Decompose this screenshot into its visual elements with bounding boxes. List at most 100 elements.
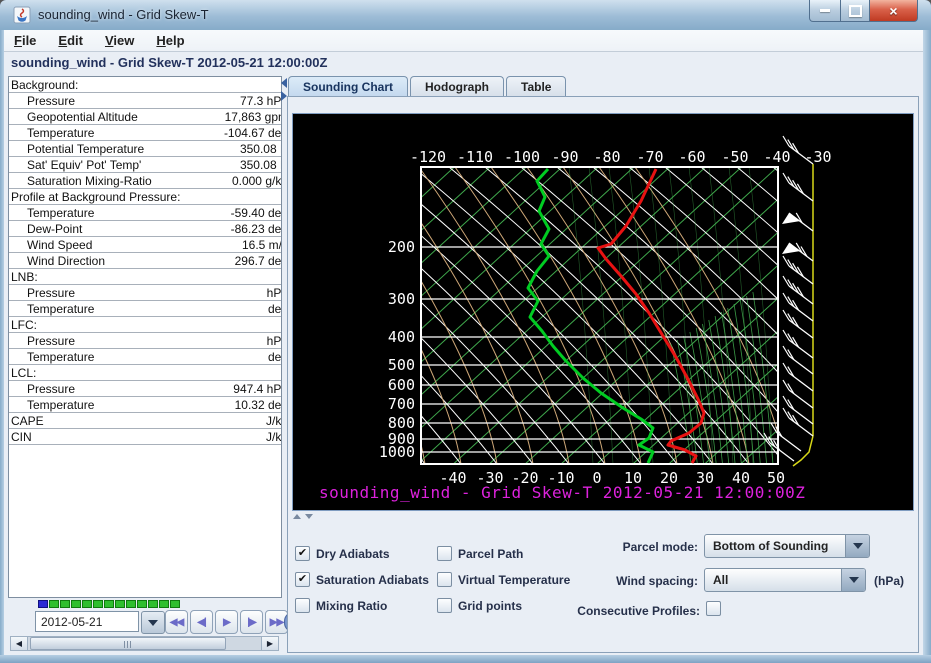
svg-text:-120: -120 xyxy=(410,148,446,166)
time-step[interactable] xyxy=(60,600,70,608)
table-row[interactable]: Geopotential Altitude17,863 gpm xyxy=(9,109,281,125)
tab-sounding-chart[interactable]: Sounding Chart xyxy=(288,76,408,97)
wind-spacing-combo[interactable]: All xyxy=(704,568,866,592)
checkbox-box[interactable]: ✔ xyxy=(295,546,310,561)
checkbox-virtual-temperature[interactable]: Virtual Temperature xyxy=(437,572,570,587)
time-select-field[interactable]: 2012-05-21 12:00:00Z xyxy=(35,611,139,632)
go-to-start-button[interactable]: ◀◀ xyxy=(165,610,188,634)
checkbox-grid-points[interactable]: Grid points xyxy=(437,598,522,613)
table-row[interactable]: Temperature-104.67 deg xyxy=(9,125,281,141)
svg-text:-110: -110 xyxy=(457,148,493,166)
chart-splitter[interactable] xyxy=(293,514,313,519)
sounding-info-table: Background:Pressure77.3 hPaGeopotential … xyxy=(8,76,282,598)
menu-edit[interactable]: Edit xyxy=(58,33,83,48)
scroll-left-icon[interactable]: ◀ xyxy=(11,637,28,650)
checkbox-consecutive-profiles[interactable] xyxy=(706,601,721,616)
minimize-button[interactable] xyxy=(809,0,841,22)
row-value: -86.23 deg xyxy=(231,222,281,236)
skewt-chart[interactable]: 2003004005006007008009001000-120-110-100… xyxy=(293,114,913,510)
checkbox-mixing-ratio[interactable]: Mixing Ratio xyxy=(295,598,387,613)
table-row[interactable]: CAPEJ/kg xyxy=(9,413,281,429)
scrollbar-track[interactable] xyxy=(28,637,261,650)
table-row[interactable]: Potential Temperature350.08 K xyxy=(9,141,281,157)
table-row[interactable]: LNB: xyxy=(9,269,281,285)
row-value: 296.7 deg xyxy=(235,254,281,268)
play-button[interactable]: ▶ xyxy=(215,610,238,634)
step-forward-button[interactable]: |▶ xyxy=(240,610,263,634)
time-step[interactable] xyxy=(49,600,59,608)
time-step[interactable] xyxy=(148,600,158,608)
time-step[interactable] xyxy=(159,600,169,608)
time-step[interactable] xyxy=(170,600,180,608)
time-step[interactable] xyxy=(126,600,136,608)
step-back-button[interactable]: ◀| xyxy=(190,610,213,634)
table-row[interactable]: PressurehPa xyxy=(9,333,281,349)
table-row[interactable]: Saturation Mixing-Ratio0.000 g/kg xyxy=(9,173,281,189)
table-row[interactable]: LFC: xyxy=(9,317,281,333)
table-row[interactable]: Temperature10.32 deg xyxy=(9,397,281,413)
table-row[interactable]: Pressure947.4 hPa xyxy=(9,381,281,397)
time-step[interactable] xyxy=(115,600,125,608)
svg-text:700: 700 xyxy=(388,395,415,413)
time-step-current[interactable] xyxy=(38,600,48,608)
checkbox-box[interactable] xyxy=(295,598,310,613)
close-button[interactable]: × xyxy=(870,0,918,22)
checkbox-box[interactable] xyxy=(437,572,452,587)
wind-spacing-unit: (hPa) xyxy=(874,574,904,588)
checkbox-label: Grid points xyxy=(458,599,522,613)
chevron-down-icon[interactable] xyxy=(841,569,865,591)
table-row[interactable]: CINJ/kg xyxy=(9,429,281,445)
row-label: Wind Direction xyxy=(9,254,235,268)
tab-table[interactable]: Table xyxy=(506,76,566,97)
table-row[interactable]: Temperaturedeg xyxy=(9,349,281,365)
collapse-left-icon[interactable] xyxy=(281,78,287,88)
checkbox-saturation-adiabats[interactable]: ✔Saturation Adiabats xyxy=(295,572,429,587)
menu-file[interactable]: File xyxy=(14,33,36,48)
close-icon: × xyxy=(889,4,897,18)
table-row[interactable]: Profile at Background Pressure: xyxy=(9,189,281,205)
svg-text:300: 300 xyxy=(388,290,415,308)
time-step-strip[interactable] xyxy=(38,600,181,608)
time-step[interactable] xyxy=(104,600,114,608)
table-row[interactable]: Dew-Point-86.23 deg xyxy=(9,221,281,237)
left-panel-hscrollbar[interactable]: ◀ ▶ xyxy=(10,636,279,651)
time-step[interactable] xyxy=(82,600,92,608)
menu-help[interactable]: Help xyxy=(156,33,184,48)
table-row[interactable]: Pressure77.3 hPa xyxy=(9,93,281,109)
time-dropdown-button[interactable] xyxy=(141,611,165,634)
checkbox-parcel-path[interactable]: Parcel Path xyxy=(437,546,523,561)
row-label: Dew-Point xyxy=(9,222,231,236)
tab-hodograph[interactable]: Hodograph xyxy=(410,76,504,97)
table-row[interactable]: Temperaturedeg xyxy=(9,301,281,317)
table-row[interactable]: Sat' Equiv' Pot' Temp'350.08 K xyxy=(9,157,281,173)
time-step[interactable] xyxy=(137,600,147,608)
row-label: LCL: xyxy=(9,366,281,380)
checkbox-box[interactable] xyxy=(706,601,721,616)
time-step[interactable] xyxy=(71,600,81,608)
menu-view[interactable]: View xyxy=(105,33,134,48)
table-row[interactable]: LCL: xyxy=(9,365,281,381)
checkbox-dry-adiabats[interactable]: ✔Dry Adiabats xyxy=(295,546,390,561)
splitter-down-icon[interactable] xyxy=(305,514,313,519)
scroll-right-icon[interactable]: ▶ xyxy=(261,637,278,650)
table-row[interactable]: Wind Direction296.7 deg xyxy=(9,253,281,269)
checkbox-box[interactable]: ✔ xyxy=(295,572,310,587)
table-row[interactable]: Temperature-59.40 deg xyxy=(9,205,281,221)
checkbox-box[interactable] xyxy=(437,546,452,561)
row-value: J/kg xyxy=(266,414,281,428)
splitter-up-icon[interactable] xyxy=(293,514,301,519)
consecutive-profiles-label: Consecutive Profiles: xyxy=(560,604,700,618)
table-row[interactable]: PressurehPa xyxy=(9,285,281,301)
row-label: Temperature xyxy=(9,126,224,140)
title-bar[interactable]: sounding_wind - Grid Skew-T × xyxy=(0,0,931,31)
checkbox-box[interactable] xyxy=(437,598,452,613)
table-row[interactable]: Background: xyxy=(9,77,281,93)
svg-text:400: 400 xyxy=(388,328,415,346)
parcel-mode-combo[interactable]: Bottom of Sounding xyxy=(704,534,870,558)
time-step[interactable] xyxy=(93,600,103,608)
scrollbar-thumb[interactable] xyxy=(30,637,226,650)
svg-text:500: 500 xyxy=(388,356,415,374)
chevron-down-icon[interactable] xyxy=(845,535,869,557)
maximize-button[interactable] xyxy=(841,0,870,22)
table-row[interactable]: Wind Speed16.5 m/s xyxy=(9,237,281,253)
